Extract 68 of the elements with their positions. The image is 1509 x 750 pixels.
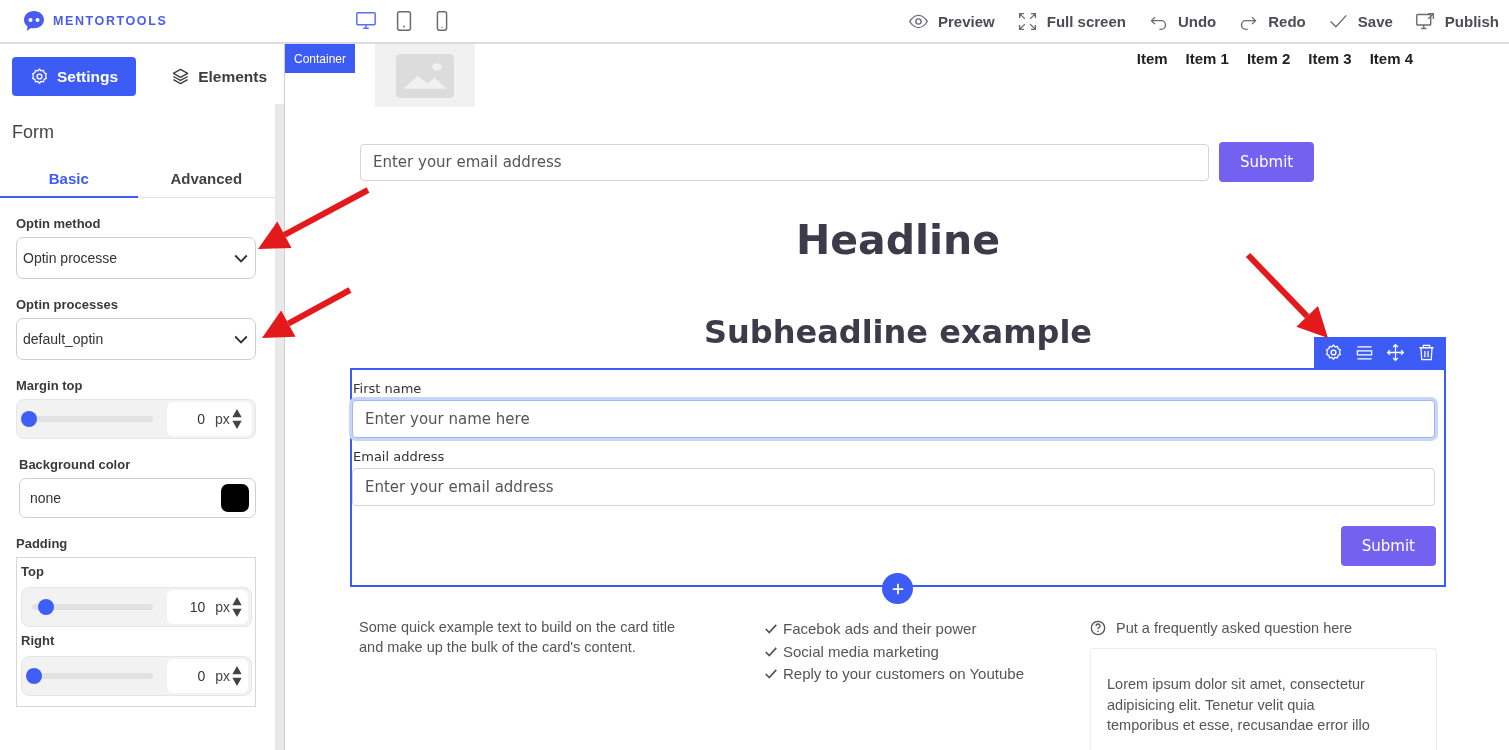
panel-title: Form — [12, 122, 55, 143]
slider-thumb[interactable] — [21, 411, 37, 427]
email-input[interactable]: Enter your email address — [360, 143, 1209, 181]
field-label: First name — [353, 381, 423, 396]
add-button[interactable] — [882, 573, 913, 604]
list-item: Reply to your customers on Youtube — [783, 664, 1024, 684]
dropdown-field[interactable]: Optin processe — [16, 237, 256, 279]
faq-answer: Lorem ipsum dolor sit amet, consectetur adipisicing elit. Tenetur velit quia temporibus et esse, recusandae error illo — [1107, 675, 1371, 735]
panel-tab[interactable]: Basic — [0, 160, 138, 198]
gear-icon — [30, 67, 49, 86]
submit-button[interactable]: Submit — [1340, 526, 1436, 566]
logo-text: MENTORTOOLS — [53, 14, 168, 28]
subheadline: Subheadline example — [703, 312, 1093, 353]
field-label: Optin method — [16, 216, 102, 231]
sidebar-tab[interactable]: Settings — [12, 57, 137, 96]
faq-question[interactable]: Put a frequently asked question here — [1116, 620, 1353, 636]
field-label: Padding — [16, 536, 69, 551]
redo-button[interactable]: Redo — [1238, 10, 1306, 32]
stepper-icon[interactable] — [230, 665, 244, 687]
field-label: Email address — [353, 449, 446, 464]
field-label: Background color — [19, 457, 132, 472]
list-item: Social media marketing — [783, 641, 939, 662]
nav-link[interactable]: Item 2 — [1246, 50, 1291, 67]
monitor-upload-icon — [1414, 10, 1436, 32]
fullscreen-button[interactable]: Full screen — [1016, 10, 1126, 32]
list-item: Facebok ads and their power — [783, 619, 977, 639]
container-badge: Container — [285, 44, 356, 73]
save-button[interactable]: Save — [1327, 10, 1393, 32]
move-icon[interactable] — [1386, 343, 1405, 362]
field-label: Right — [21, 633, 56, 648]
number-field[interactable]: 0 px — [167, 402, 252, 436]
card-text: Some quick example text to build on the card title and make up the bulk of the card's content. — [359, 618, 676, 657]
undo-button[interactable]: Undo — [1147, 10, 1217, 32]
publish-button[interactable]: Publish — [1414, 10, 1499, 32]
number-field[interactable]: 10 px — [167, 590, 248, 624]
monitor-icon[interactable] — [355, 10, 378, 32]
headline: Headline — [794, 215, 1002, 266]
field-label: Margin top — [16, 378, 84, 393]
plus-icon — [890, 581, 905, 596]
question-icon — [1090, 620, 1106, 636]
trash-icon[interactable] — [1417, 343, 1436, 362]
nav-link[interactable]: Item 1 — [1185, 50, 1229, 67]
field-label: Optin processes — [16, 297, 119, 312]
gear-icon[interactable] — [1324, 343, 1343, 362]
dropdown-field[interactable]: default_optin — [16, 318, 256, 360]
nav-link[interactable]: Item 4 — [1369, 50, 1413, 67]
slider-thumb[interactable] — [26, 668, 42, 684]
nav-link[interactable]: Item — [1136, 50, 1168, 67]
stepper-icon[interactable] — [230, 596, 244, 618]
panel-tab[interactable]: Advanced — [137, 160, 275, 198]
logo-icon — [22, 9, 46, 33]
preview-button[interactable]: Preview — [908, 10, 995, 32]
form-block[interactable]: First name Enter your name here Email address Enter your email address Submit — [350, 368, 1446, 587]
text-input[interactable]: Enter your email address — [352, 468, 1435, 506]
layers-icon — [171, 67, 191, 86]
color-field[interactable]: none — [19, 478, 256, 518]
text-input[interactable]: Enter your name here — [352, 400, 1435, 438]
check-icon — [764, 644, 778, 659]
field-label: Top — [21, 564, 45, 579]
submit-button[interactable]: Submit — [1219, 142, 1315, 182]
color-swatch[interactable] — [221, 484, 249, 512]
rows-icon[interactable] — [1355, 343, 1374, 362]
sidebar-tab[interactable]: Elements — [153, 57, 284, 96]
nav-link[interactable]: Item 3 — [1308, 50, 1352, 67]
expand-icon — [1016, 10, 1038, 32]
number-field[interactable]: 0 px — [167, 659, 248, 693]
slider-thumb[interactable] — [38, 599, 55, 615]
scrollbar[interactable] — [275, 104, 284, 750]
